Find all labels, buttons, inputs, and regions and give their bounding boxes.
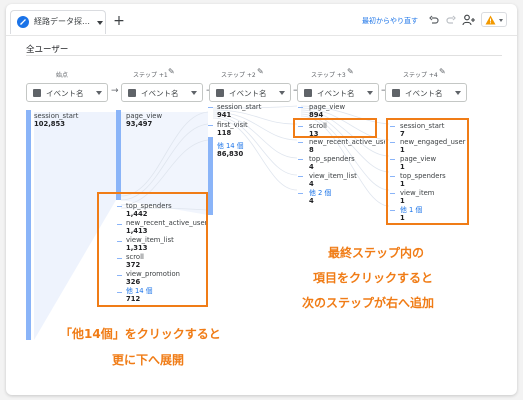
node-value: 4 <box>309 197 314 205</box>
highlight-box-last-step <box>386 118 469 225</box>
node-bar-other[interactable] <box>208 137 213 215</box>
node-tick <box>298 176 303 177</box>
node-value: 941 <box>217 111 232 119</box>
node-tick <box>208 107 213 108</box>
annotation-left-line-2: 更に下へ展開 <box>112 353 185 367</box>
node-bar-page-view[interactable] <box>116 110 121 200</box>
node-tick <box>298 193 303 194</box>
node-value: 86,830 <box>217 150 244 158</box>
node-tick <box>298 159 303 160</box>
exploration-app: 経路データ探… + 最初からやり直す 全ユーザー 始点 ステップ +1 ✎ ステ… <box>0 0 523 400</box>
node-label[interactable]: view_item_list <box>309 172 357 180</box>
annotation-left-line-1: 「他14個」をクリックすると <box>60 327 221 341</box>
node-value: 8 <box>309 146 314 154</box>
annotation-right-line-1: 最終ステップ内の <box>328 246 425 260</box>
annotation-right-line-2: 項目をクリックすると <box>313 271 434 285</box>
node-bar-session-start[interactable] <box>26 110 31 340</box>
highlight-box-expand <box>97 192 208 307</box>
node-label[interactable]: page_view <box>126 112 162 120</box>
node-tick <box>298 142 303 143</box>
node-label[interactable]: session_start <box>34 112 78 120</box>
node-tick <box>208 125 213 126</box>
node-value: 93,497 <box>126 120 153 128</box>
node-value: 118 <box>217 129 232 137</box>
more-items-link[interactable]: 他 14 個 <box>217 142 244 150</box>
node-value: 102,853 <box>34 120 65 128</box>
node-tick <box>298 107 303 108</box>
node-label[interactable]: top_spenders <box>309 155 355 163</box>
annotation-right-line-3: 次のステップが右へ追加 <box>302 296 435 310</box>
node-value: 4 <box>309 163 314 171</box>
node-label[interactable]: new_recent_active_user <box>309 138 385 146</box>
node-label[interactable]: session_start <box>217 103 261 111</box>
highlight-box-scroll <box>293 118 377 138</box>
more-items-link[interactable]: 他 2 個 <box>309 189 331 197</box>
node-label[interactable]: first_visit <box>217 121 248 129</box>
node-label[interactable]: page_view <box>309 103 345 111</box>
node-value: 4 <box>309 180 314 188</box>
